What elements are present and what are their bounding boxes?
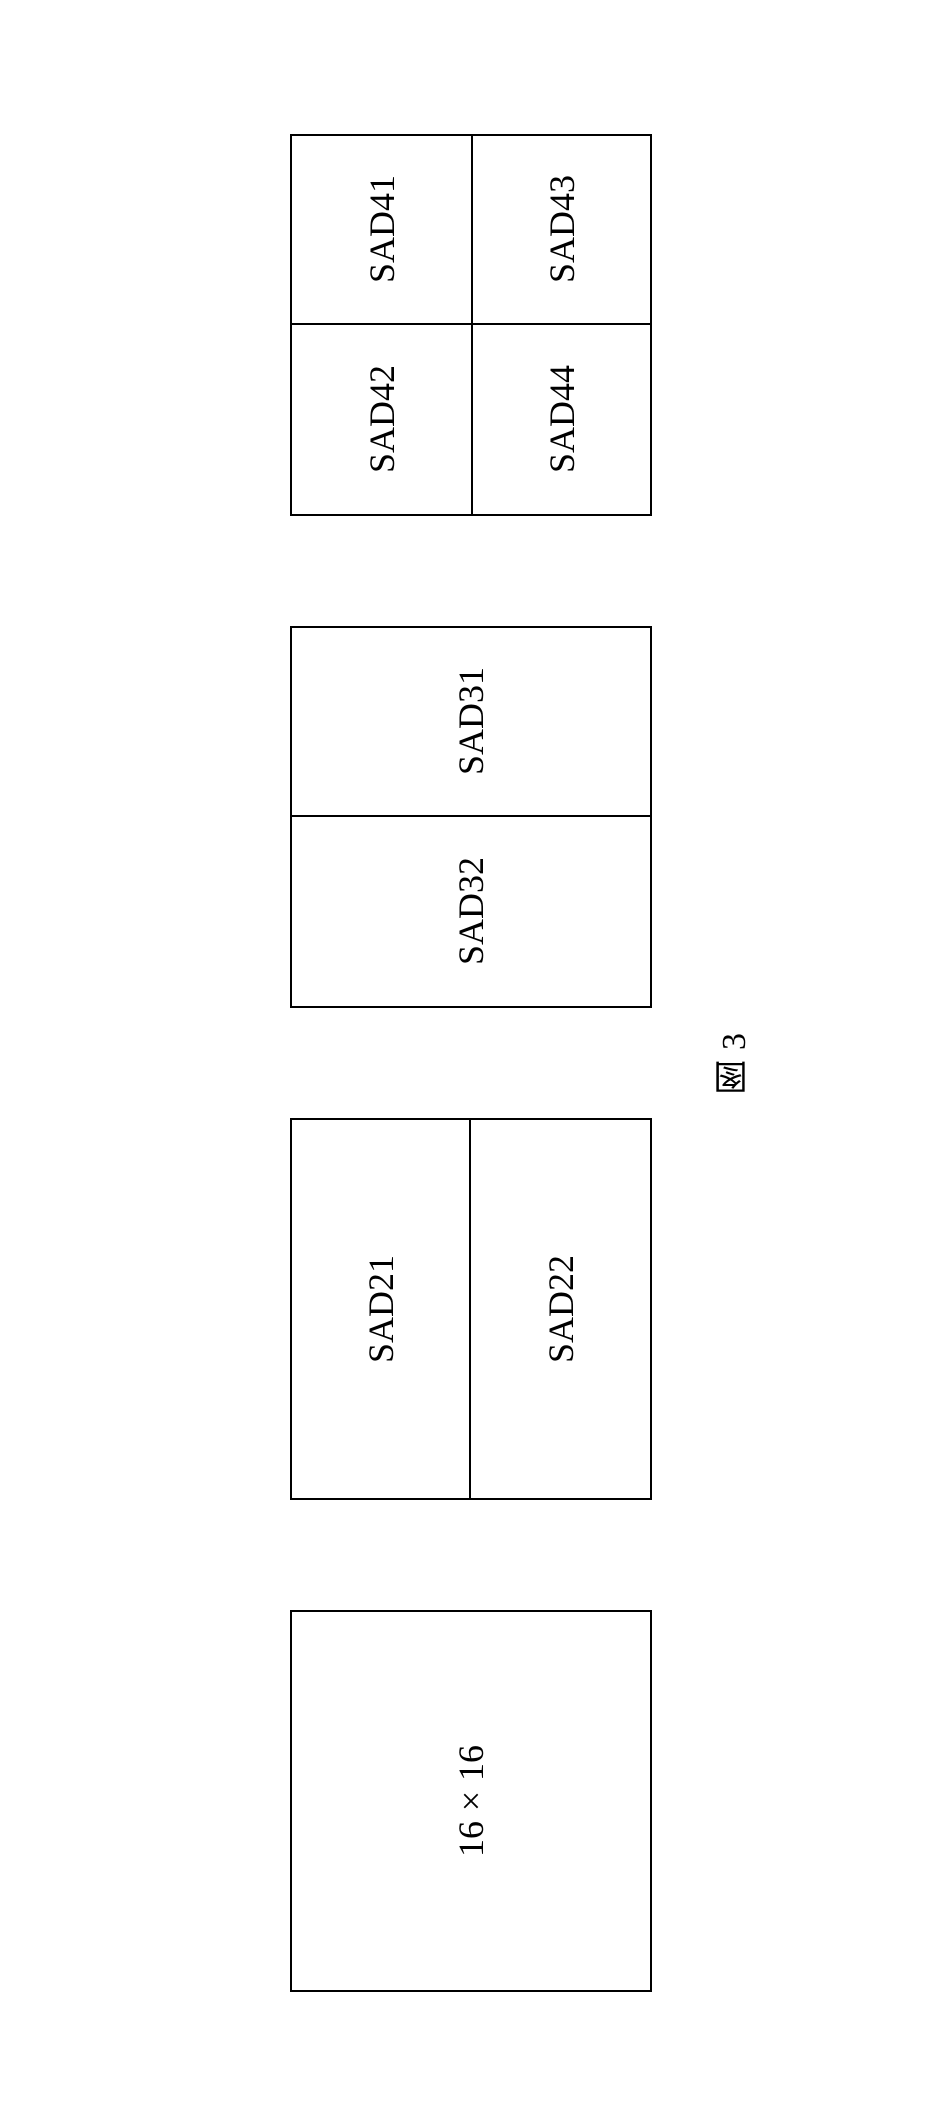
cell-sad22: SAD22 [471, 1120, 650, 1498]
cell-sad43: SAD43 [471, 136, 650, 325]
partition-block-16x16: 16×16 [290, 1610, 652, 1992]
cell-label: SAD22 [540, 1255, 582, 1363]
cell-label: SAD21 [360, 1255, 402, 1363]
cell-sad32: SAD32 [292, 817, 650, 1006]
cell-label: SAD43 [541, 175, 583, 283]
cell-sad31: SAD31 [292, 628, 650, 817]
cell-label: 16×16 [450, 1745, 492, 1857]
partition-block-16x8: SAD21 SAD22 [290, 1118, 652, 1500]
cell-16x16: 16×16 [292, 1612, 650, 1990]
partition-block-8x16: SAD31 SAD32 [290, 626, 652, 1008]
cell-label: SAD42 [361, 365, 403, 473]
cell-label: SAD31 [450, 667, 492, 775]
cell-label: SAD32 [450, 857, 492, 965]
cell-label: SAD41 [361, 175, 403, 283]
cell-sad21: SAD21 [292, 1120, 471, 1498]
figure-caption: 图 3 [710, 1032, 759, 1095]
partition-block-8x8: SAD41 SAD43 SAD42 SAD44 [290, 134, 652, 516]
cell-sad44: SAD44 [471, 325, 650, 514]
cell-sad42: SAD42 [292, 325, 471, 514]
cell-sad41: SAD41 [292, 136, 471, 325]
cell-label: SAD44 [541, 365, 583, 473]
